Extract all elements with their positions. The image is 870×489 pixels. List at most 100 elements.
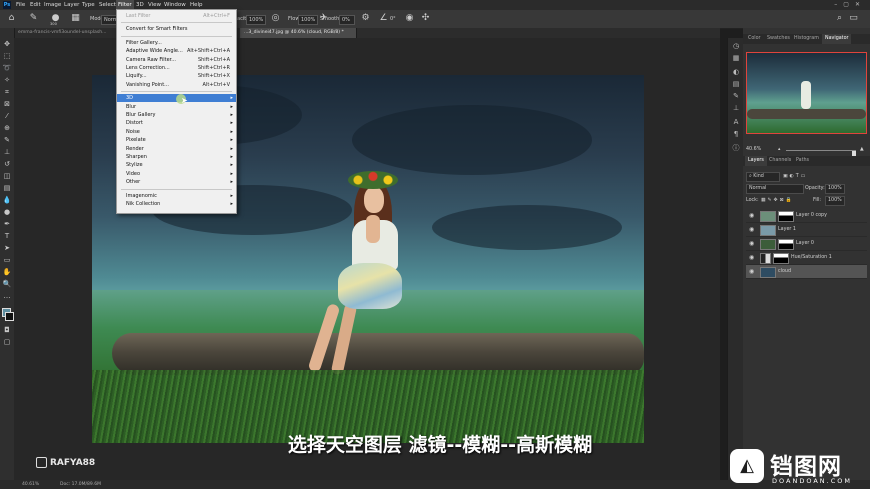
layer-opacity-field[interactable]: 100% bbox=[825, 184, 845, 194]
gradient-tool-icon[interactable]: ▤ bbox=[2, 184, 12, 193]
filter-menu-item[interactable]: Convert for Smart Filters bbox=[117, 25, 236, 33]
tab-paths[interactable]: Paths bbox=[793, 156, 812, 166]
filter-menu-item[interactable]: Blur Gallery ▸ bbox=[117, 111, 236, 119]
filter-menu-item[interactable]: Lens Correction... Shift+Ctrl+R bbox=[117, 64, 236, 72]
tab-histogram[interactable]: Histogram bbox=[791, 34, 822, 44]
pressure-opacity-icon[interactable]: ◎ bbox=[270, 13, 281, 24]
layer-filter-icons[interactable]: ▣◐T▭ bbox=[783, 172, 807, 182]
brush-tool-icon[interactable]: ✎ bbox=[28, 13, 39, 24]
quick-select-tool-icon[interactable]: ✧ bbox=[2, 76, 12, 85]
tab-document-active[interactable]: ...3_divinei47.jpg @ 40.6% (cloud, RGB/8… bbox=[240, 28, 357, 38]
search-icon[interactable]: ⌕ bbox=[834, 13, 845, 24]
filter-menu-item[interactable]: Noise ▸ bbox=[117, 128, 236, 136]
layer-mask-thumbnail[interactable] bbox=[778, 239, 794, 250]
filter-menu-item[interactable]: Distort ▸ bbox=[117, 119, 236, 127]
filter-menu-item[interactable]: Pixelate ▸ bbox=[117, 136, 236, 144]
character-panel-icon[interactable]: A bbox=[731, 118, 741, 127]
layer-row[interactable]: ◉ Layer 0 bbox=[746, 237, 867, 251]
filter-menu-item[interactable]: Stylize ▸ bbox=[117, 161, 236, 169]
status-zoom[interactable]: 40.61% bbox=[22, 480, 39, 489]
tab-navigator[interactable]: Navigator bbox=[822, 34, 852, 44]
filter-menu-item[interactable]: Filter Gallery... bbox=[117, 39, 236, 47]
visibility-eye-icon[interactable]: ◉ bbox=[749, 237, 754, 250]
zoom-in-icon[interactable]: ▲ bbox=[860, 146, 864, 154]
layer-row[interactable]: ◉ Layer 1 bbox=[746, 223, 867, 237]
pressure-size-icon[interactable]: ◉ bbox=[404, 13, 415, 24]
history-panel-icon[interactable]: ◷ bbox=[731, 42, 741, 51]
filter-menu-item[interactable]: Camera Raw Filter... Shift+Ctrl+A bbox=[117, 56, 236, 64]
hand-tool-icon[interactable]: ✋ bbox=[2, 268, 12, 277]
clone-stamp-tool-icon[interactable]: ⊥ bbox=[2, 148, 12, 157]
home-icon[interactable]: ⌂ bbox=[6, 13, 17, 24]
eyedropper-tool-icon[interactable]: ⁄ bbox=[2, 112, 12, 121]
pen-tool-icon[interactable]: ✒ bbox=[2, 220, 12, 229]
visibility-eye-icon[interactable]: ◉ bbox=[749, 251, 754, 264]
background-color-swatch[interactable] bbox=[5, 312, 14, 321]
filter-menu-item[interactable]: Render ▸ bbox=[117, 145, 236, 153]
zoom-out-icon[interactable]: ▴ bbox=[778, 146, 780, 154]
smoothing-options-icon[interactable]: ⚙ bbox=[360, 13, 371, 24]
opacity-field[interactable]: 100% bbox=[246, 15, 266, 25]
filter-menu-item[interactable]: Adaptive Wide Angle... Alt+Shift+Ctrl+A bbox=[117, 47, 236, 55]
path-select-tool-icon[interactable]: ➤ bbox=[2, 244, 12, 253]
layer-fill-field[interactable]: 100% bbox=[825, 196, 845, 206]
eraser-tool-icon[interactable]: ◫ bbox=[2, 172, 12, 181]
crop-tool-icon[interactable]: ⌗ bbox=[2, 88, 12, 97]
zoom-tool-icon[interactable]: 🔍 bbox=[2, 280, 12, 289]
zoom-slider[interactable] bbox=[786, 150, 856, 157]
menu-type[interactable]: Type bbox=[80, 0, 97, 10]
filter-menu-item[interactable]: Nik Collection ▸ bbox=[117, 200, 236, 208]
history-brush-tool-icon[interactable]: ↺ bbox=[2, 160, 12, 169]
dodge-tool-icon[interactable]: ● bbox=[2, 208, 12, 217]
filter-menu-item[interactable]: Blur ▸ bbox=[117, 103, 236, 111]
tab-color[interactable]: Color bbox=[745, 34, 764, 44]
filter-menu-item[interactable]: Last Filter Alt+Ctrl+F bbox=[117, 12, 236, 20]
frame-tool-icon[interactable]: ⊠ bbox=[2, 100, 12, 109]
visibility-eye-icon[interactable]: ◉ bbox=[749, 209, 754, 222]
filter-menu-item[interactable]: Imagenomic ▸ bbox=[117, 192, 236, 200]
quick-mask-icon[interactable]: ◘ bbox=[2, 326, 12, 335]
menu-file[interactable]: File bbox=[14, 0, 27, 10]
layer-name[interactable]: Layer 0 copy bbox=[796, 209, 827, 222]
filter-menu-item[interactable]: Other ▸ bbox=[117, 178, 236, 186]
navigator-preview[interactable] bbox=[746, 52, 867, 134]
tab-layers[interactable]: Layers bbox=[745, 156, 767, 166]
layer-filter-select[interactable]: ⌕ Kind bbox=[746, 172, 780, 182]
visibility-eye-icon[interactable]: ◉ bbox=[749, 265, 754, 278]
menu-image[interactable]: Image bbox=[42, 0, 63, 10]
menu-layer[interactable]: Layer bbox=[62, 0, 81, 10]
workspace-icon[interactable]: ▭ bbox=[848, 13, 859, 24]
paragraph-panel-icon[interactable]: ¶ bbox=[731, 130, 741, 139]
layer-row[interactable]: ◉ cloud bbox=[746, 265, 867, 279]
screen-mode-icon[interactable]: ▢ bbox=[2, 338, 12, 347]
smoothing-field[interactable]: 0% bbox=[339, 15, 355, 25]
blend-mode-select[interactable]: Normal bbox=[746, 184, 804, 194]
libraries-panel-icon[interactable]: ▤ bbox=[731, 80, 741, 89]
lock-icons[interactable]: ▦✎✥⊠🔒 bbox=[761, 196, 794, 206]
shape-tool-icon[interactable]: ▭ bbox=[2, 256, 12, 265]
move-tool-icon[interactable]: ✥ bbox=[2, 40, 12, 49]
layer-name[interactable]: Layer 0 bbox=[796, 237, 814, 250]
window-controls[interactable]: –▢✕ bbox=[834, 0, 866, 10]
layer-mask-thumbnail[interactable] bbox=[778, 211, 794, 222]
filter-menu-item[interactable]: Liquify... Shift+Ctrl+X bbox=[117, 72, 236, 80]
marquee-tool-icon[interactable]: ⬚ bbox=[2, 52, 12, 61]
tab-document-1[interactable]: emma-francis-vmfi3oundeI-unsplash... bbox=[14, 28, 123, 38]
edit-toolbar-icon[interactable]: … bbox=[2, 292, 12, 301]
symmetry-icon[interactable]: ✣ bbox=[420, 13, 431, 24]
filter-menu-item[interactable]: Video ▸ bbox=[117, 170, 236, 178]
lasso-tool-icon[interactable]: ➰ bbox=[2, 64, 12, 73]
layer-mask-thumbnail[interactable] bbox=[773, 253, 789, 264]
filter-menu-item[interactable]: Sharpen ▸ bbox=[117, 153, 236, 161]
tab-channels[interactable]: Channels bbox=[766, 156, 794, 166]
properties-panel-icon[interactable]: ▦ bbox=[731, 54, 741, 63]
menu-edit[interactable]: Edit bbox=[28, 0, 43, 10]
brush-panel-icon[interactable]: ✎ bbox=[731, 92, 741, 101]
info-panel-icon[interactable]: ⓘ bbox=[731, 144, 741, 153]
angle-icon[interactable]: ∠ bbox=[378, 13, 389, 24]
filter-menu-item[interactable]: Vanishing Point... Alt+Ctrl+V bbox=[117, 81, 236, 89]
layer-name[interactable]: Hue/Saturation 1 bbox=[791, 251, 832, 264]
brush-tool-icon[interactable]: ✎ bbox=[2, 136, 12, 145]
brush-settings-icon[interactable]: ▦ bbox=[70, 13, 81, 24]
adjustments-panel-icon[interactable]: ◐ bbox=[731, 68, 741, 77]
